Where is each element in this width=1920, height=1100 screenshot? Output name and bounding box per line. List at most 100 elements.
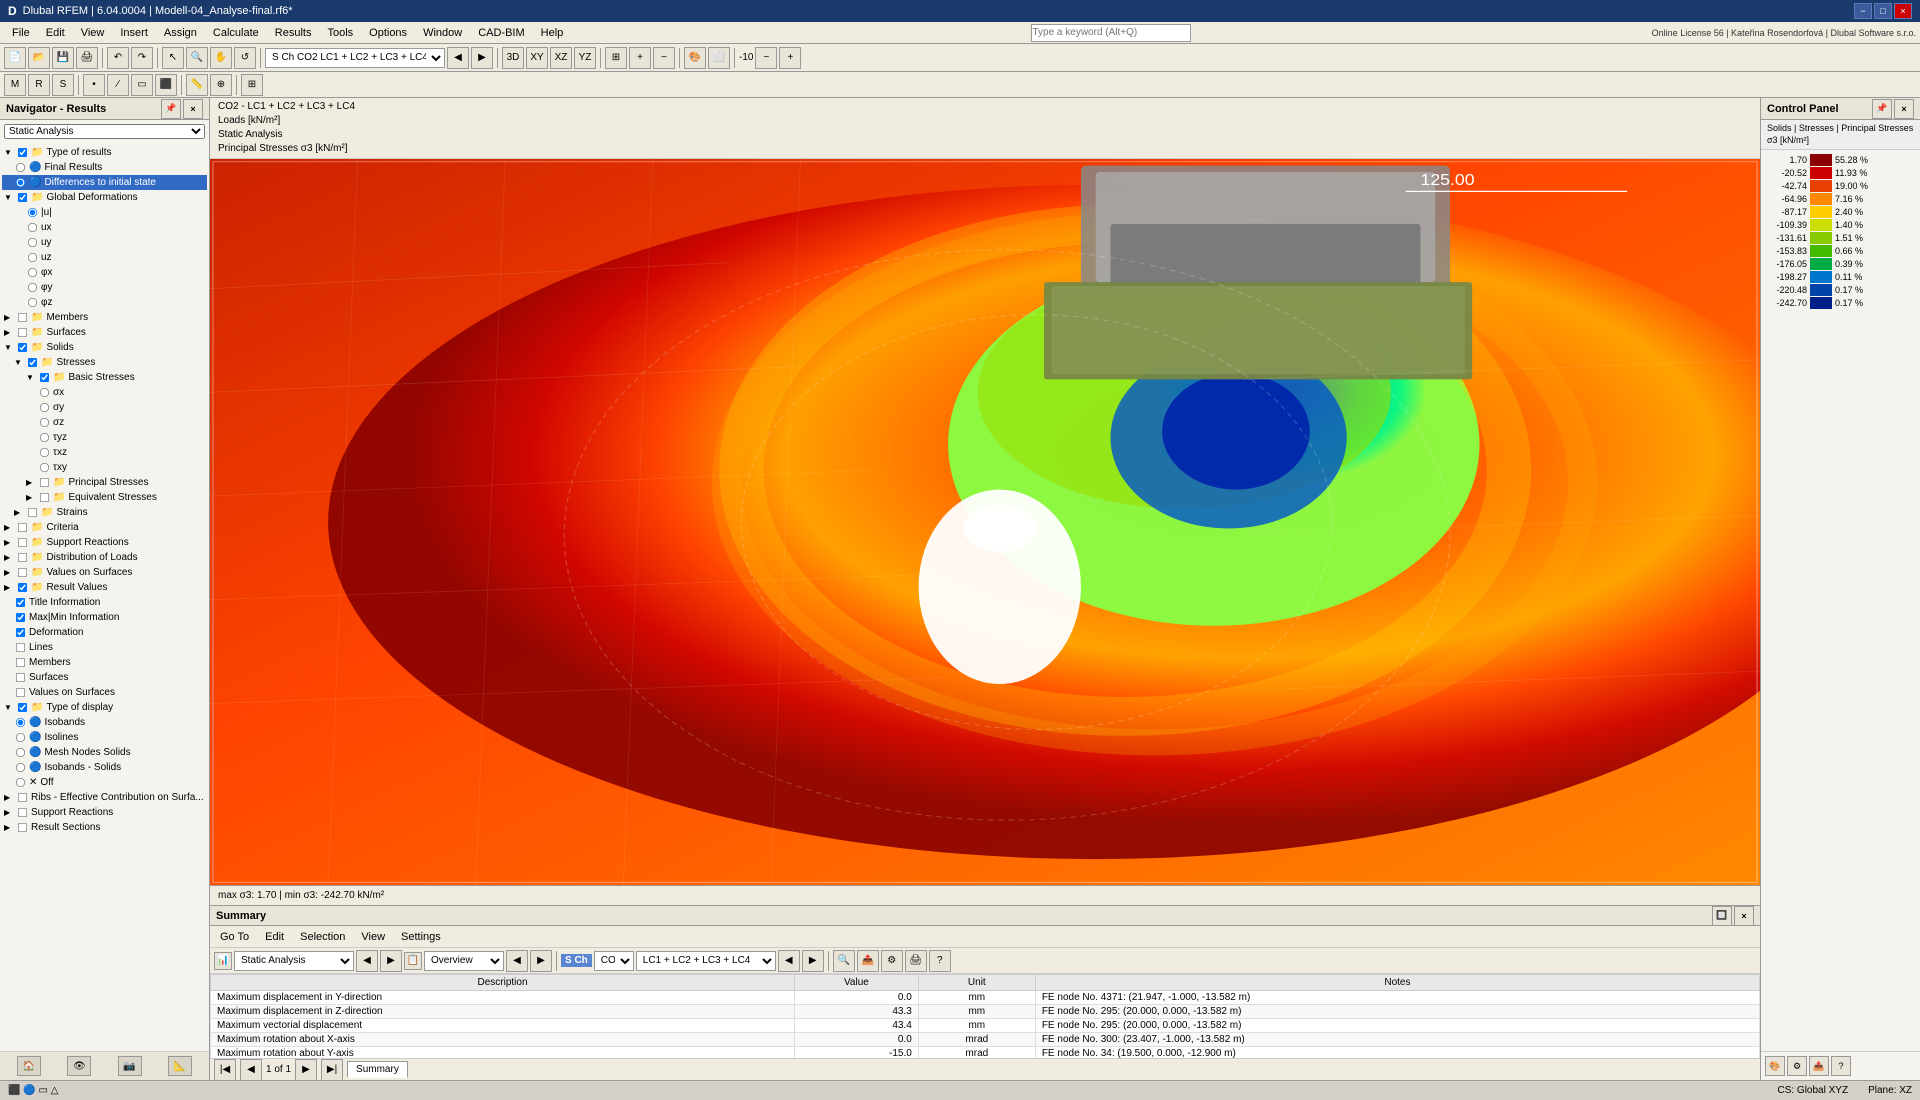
overview-select[interactable]: Overview	[424, 951, 504, 971]
tree-values-surfaces[interactable]: ▶ 📁 Values on Surfaces	[2, 565, 207, 580]
open-button[interactable]: 📂	[28, 47, 50, 69]
surfaces-check[interactable]	[18, 328, 27, 337]
cp-help[interactable]: ?	[1831, 1056, 1851, 1076]
nav-home-btn[interactable]: 🏠	[17, 1056, 41, 1076]
tree-isobands[interactable]: 🔵 Isobands	[2, 715, 207, 730]
title-info-check[interactable]	[16, 598, 25, 607]
tree-phix[interactable]: φx	[2, 265, 207, 280]
view-yz[interactable]: YZ	[574, 47, 596, 69]
ux-radio[interactable]	[28, 223, 37, 232]
prev-analysis[interactable]: ◀	[356, 950, 378, 972]
tree-lines[interactable]: Lines	[2, 640, 207, 655]
new-button[interactable]: 📄	[4, 47, 26, 69]
select-button[interactable]: ↖	[162, 47, 184, 69]
summary-selection[interactable]: Selection	[294, 930, 351, 944]
menu-help[interactable]: Help	[533, 25, 572, 41]
render-btn[interactable]: 🎨	[684, 47, 706, 69]
model-btn[interactable]: M	[4, 74, 26, 96]
prev-overview[interactable]: ◀	[506, 950, 528, 972]
export-btn[interactable]: 📤	[857, 950, 879, 972]
nav-eye-btn[interactable]: 👁	[67, 1056, 91, 1076]
tree-principal[interactable]: ▶ 📁 Principal Stresses	[2, 475, 207, 490]
type-display-check[interactable]	[18, 703, 27, 712]
zoom-all[interactable]: ⊞	[605, 47, 627, 69]
tree-tauxz[interactable]: τxz	[2, 445, 207, 460]
tauxy-radio[interactable]	[40, 463, 49, 472]
val-surfaces2-check[interactable]	[16, 688, 25, 697]
zoom-in[interactable]: +	[629, 47, 651, 69]
isobands-radio[interactable]	[16, 718, 25, 727]
uz-radio[interactable]	[28, 253, 37, 262]
zoom-button[interactable]: 🔍	[186, 47, 208, 69]
pan-button[interactable]: ✋	[210, 47, 232, 69]
prev-lc[interactable]: ◀	[447, 47, 469, 69]
measure-btn[interactable]: 📏	[186, 74, 208, 96]
tree-u-abs[interactable]: |u|	[2, 205, 207, 220]
menu-results[interactable]: Results	[267, 25, 320, 41]
wire-btn[interactable]: ⬜	[708, 47, 730, 69]
next-lc[interactable]: ▶	[471, 47, 493, 69]
cp-close[interactable]: ×	[1894, 99, 1914, 119]
close-button[interactable]: ×	[1894, 3, 1912, 19]
tauxz-radio[interactable]	[40, 448, 49, 457]
global-deform-check[interactable]	[18, 193, 27, 202]
tree-off[interactable]: ✕ Off	[2, 775, 207, 790]
tree-type-of-results[interactable]: ▼ 📁 Type of results	[2, 145, 207, 160]
solids-check[interactable]	[18, 343, 27, 352]
summary-view[interactable]: View	[355, 930, 391, 944]
basic-stresses-check[interactable]	[40, 373, 49, 382]
solids-btn[interactable]: ⬛	[155, 74, 177, 96]
phiz-radio[interactable]	[28, 298, 37, 307]
isobands-solids-radio[interactable]	[16, 763, 25, 772]
tree-stresses[interactable]: ▼ 📁 Stresses	[2, 355, 207, 370]
deformation-check[interactable]	[16, 628, 25, 637]
analysis-select[interactable]: Static Analysis	[234, 951, 354, 971]
ribs-check[interactable]	[18, 793, 27, 802]
print-button[interactable]: 🖨	[76, 47, 98, 69]
lines-check[interactable]	[16, 643, 25, 652]
phix-radio[interactable]	[28, 268, 37, 277]
tree-basic-stresses[interactable]: ▼ 📁 Basic Stresses	[2, 370, 207, 385]
analysis-type-select[interactable]: Static Analysis	[4, 124, 205, 139]
members2-check[interactable]	[16, 658, 25, 667]
section-btn[interactable]: S	[52, 74, 74, 96]
menu-insert[interactable]: Insert	[112, 25, 156, 41]
cp-settings[interactable]: ⚙	[1787, 1056, 1807, 1076]
sigmay-radio[interactable]	[40, 403, 49, 412]
tree-type-display[interactable]: ▼ 📁 Type of display	[2, 700, 207, 715]
print-summary[interactable]: 🖨	[905, 950, 927, 972]
cp-legend-edit[interactable]: 🎨	[1765, 1056, 1785, 1076]
tree-distribution-loads[interactable]: ▶ 📁 Distribution of Loads	[2, 550, 207, 565]
nav-pin[interactable]: 📌	[161, 99, 181, 119]
next-lc2[interactable]: ▶	[802, 950, 824, 972]
tree-solids[interactable]: ▼ 📁 Solids	[2, 340, 207, 355]
phiy-radio[interactable]	[28, 283, 37, 292]
nodes-btn[interactable]: •	[83, 74, 105, 96]
co-select[interactable]: CO2	[594, 951, 634, 971]
summary-tab[interactable]: Summary	[347, 1061, 408, 1078]
members-check[interactable]	[18, 313, 27, 322]
tree-members[interactable]: ▶ 📁 Members	[2, 310, 207, 325]
next-page[interactable]: ▶	[295, 1059, 317, 1081]
support-react2-check[interactable]	[18, 808, 27, 817]
differences-radio[interactable]	[16, 178, 25, 187]
final-results-radio[interactable]	[16, 163, 25, 172]
tree-uz[interactable]: uz	[2, 250, 207, 265]
summary-settings[interactable]: Settings	[395, 930, 447, 944]
result-sections-check[interactable]	[18, 823, 27, 832]
tree-strains[interactable]: ▶ 📁 Strains	[2, 505, 207, 520]
menu-window[interactable]: Window	[415, 25, 470, 41]
tree-phiy[interactable]: φy	[2, 280, 207, 295]
menu-cadbim[interactable]: CAD-BIM	[470, 25, 532, 41]
surfaces2-check[interactable]	[16, 673, 25, 682]
tree-ux[interactable]: ux	[2, 220, 207, 235]
3d-viewport[interactable]: 125.00	[210, 159, 1760, 885]
prev-lc2[interactable]: ◀	[778, 950, 800, 972]
settings-btn[interactable]: ⚙	[881, 950, 903, 972]
tree-result-values[interactable]: ▶ 📁 Result Values	[2, 580, 207, 595]
sigmaz-radio[interactable]	[40, 418, 49, 427]
off-radio[interactable]	[16, 778, 25, 787]
cp-pin[interactable]: 📌	[1872, 99, 1892, 119]
tree-surfaces2[interactable]: Surfaces	[2, 670, 207, 685]
view-xy[interactable]: XY	[526, 47, 548, 69]
